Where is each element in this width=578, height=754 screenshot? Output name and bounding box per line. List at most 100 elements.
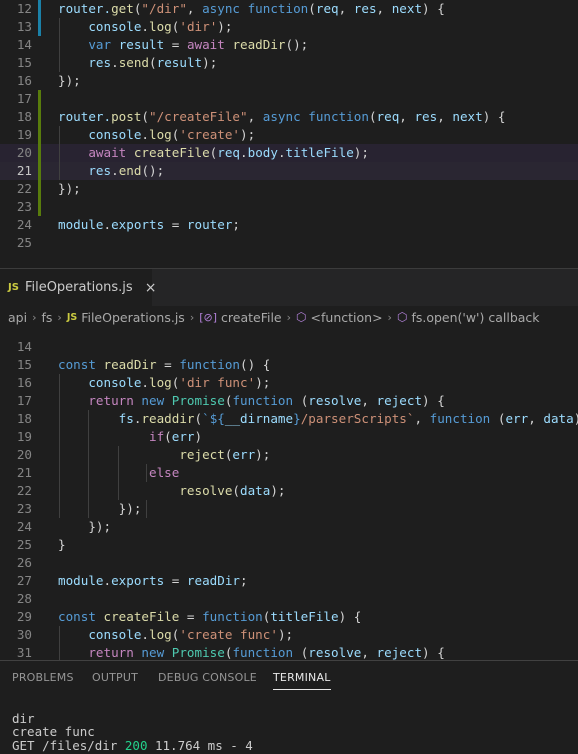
code-line[interactable]: 18 router.post("/createFile", async funct… [0, 108, 578, 126]
code-line[interactable]: 21 else [0, 464, 578, 482]
line-number: 31 [16, 645, 32, 660]
code-text: }); [88, 519, 112, 534]
indent-guide [88, 410, 89, 518]
line-number: 22 [16, 181, 32, 196]
chevron-right-icon: › [57, 310, 62, 324]
line-number: 23 [16, 199, 32, 214]
line-number: 20 [16, 145, 32, 160]
code-text: return new Promise(function (resolve, re… [88, 393, 445, 408]
line-number: 30 [16, 627, 32, 642]
breadcrumb: api › fs › JS FileOperations.js › [⊘] cr… [0, 306, 578, 328]
code-line[interactable]: 15 const readDir = function() { [0, 356, 578, 374]
indent-guide [59, 374, 60, 518]
chevron-right-icon: › [387, 310, 392, 324]
breadcrumb-item-api[interactable]: api [8, 310, 27, 325]
code-text: } [58, 537, 66, 552]
code-line[interactable]: 26 [0, 554, 578, 572]
terminal-line: GET /files/dir 200 11.764 ms - 4 [12, 738, 253, 753]
line-number: 12 [16, 1, 32, 16]
line-number: 24 [16, 519, 32, 534]
code-line[interactable]: 27 module.exports = readDir; [0, 572, 578, 590]
line-number: 29 [16, 609, 32, 624]
code-line[interactable]: 15 res.send(result); [0, 54, 578, 72]
breadcrumb-item-fs[interactable]: fs [41, 310, 52, 325]
chevron-right-icon: › [189, 310, 195, 324]
breadcrumb-item-createfile[interactable]: createFile [221, 310, 282, 325]
line-number: 13 [16, 19, 32, 34]
code-line[interactable]: 24 module.exports = router; [0, 216, 578, 234]
line-number: 21 [16, 465, 32, 480]
line-number: 20 [16, 447, 32, 462]
editor-bottom[interactable]: 14 15 const readDir = function() {16 conso… [0, 334, 578, 660]
line-number: 18 [16, 411, 32, 426]
breadcrumb-item-function[interactable]: <function> [311, 310, 383, 325]
close-icon[interactable]: × [145, 280, 157, 296]
code-text: }); [58, 73, 81, 88]
line-number: 15 [16, 55, 32, 70]
code-line[interactable]: 24 }); [0, 518, 578, 536]
code-line[interactable]: 25 [0, 234, 578, 252]
code-text: module.exports = readDir; [58, 573, 248, 588]
line-number: 18 [16, 109, 32, 124]
code-text: router.post("/createFile", async functio… [58, 109, 506, 124]
editor-tab-bar: JS FileOperations.js × [0, 268, 578, 306]
code-line[interactable]: 19 if(err) [0, 428, 578, 446]
line-number: 17 [16, 91, 32, 106]
editor-top[interactable]: 12 router.get("/dir", async function(req,… [0, 0, 578, 268]
code-line[interactable]: 14 [0, 338, 578, 356]
code-line[interactable]: 29 const createFile = function(titleFile)… [0, 608, 578, 626]
line-number: 21 [16, 163, 32, 178]
code-line[interactable]: 17 return new Promise(function (resolve,… [0, 392, 578, 410]
code-text: await createFile(req.body.titleFile); [88, 145, 369, 160]
panel-tab-bar: PROBLEMS OUTPUT DEBUG CONSOLE TERMINAL [0, 660, 578, 701]
code-line[interactable]: 20 reject(err); [0, 446, 578, 464]
tab-debug-console[interactable]: DEBUG CONSOLE [158, 671, 257, 684]
code-text: var result = await readDir(); [88, 37, 309, 52]
chevron-right-icon: › [32, 310, 37, 324]
code-line[interactable]: 19 console.log('create'); [0, 126, 578, 144]
terminal[interactable]: dir create func GET /files/dir 200 11.76… [0, 700, 578, 754]
line-number: 22 [16, 483, 32, 498]
code-line[interactable]: 25} [0, 536, 578, 554]
code-line[interactable]: 18 fs.readdir(`${__dirname}/parserScript… [0, 410, 578, 428]
code-text: console.log('dir'); [88, 19, 233, 34]
code-line[interactable]: 22 resolve(data); [0, 482, 578, 500]
request-timing: 11.764 ms - 4 [147, 738, 253, 753]
line-number: 23 [16, 501, 32, 516]
code-line[interactable]: 13 console.log('dir'); [0, 18, 578, 36]
line-number: 17 [16, 393, 32, 408]
tab-label: FileOperations.js [24, 280, 133, 295]
line-number: 14 [16, 37, 32, 52]
code-text: if(err) [149, 429, 203, 444]
code-line[interactable]: 23 [0, 198, 578, 216]
code-line[interactable]: 31 return new Promise(function (resolve,… [0, 644, 578, 660]
line-number: 16 [16, 73, 32, 88]
code-line[interactable]: 20 await createFile(req.body.titleFile); [0, 144, 578, 162]
line-number: 28 [16, 591, 32, 606]
code-line[interactable]: 14 var result = await readDir(); [0, 36, 578, 54]
code-line[interactable]: 12 router.get("/dir", async function(req,… [0, 0, 578, 18]
code-line[interactable]: 17 [0, 90, 578, 108]
breadcrumb-item-callback[interactable]: fs.open('w') callback [411, 310, 539, 325]
code-line[interactable]: 16 console.log('dir func'); [0, 374, 578, 392]
breadcrumb-item-file[interactable]: FileOperations.js [81, 310, 185, 325]
tab-problems[interactable]: PROBLEMS [12, 671, 74, 684]
code-line[interactable]: 30 console.log('create func'); [0, 626, 578, 644]
symbol-variable-icon: [⊘] [199, 310, 218, 324]
tab-terminal[interactable]: TERMINAL [273, 671, 331, 690]
code-text: }); [58, 181, 81, 196]
indent-guide [146, 464, 147, 482]
code-line[interactable]: 23 }); [0, 500, 578, 518]
symbol-method-icon: ⬡ [396, 310, 408, 324]
code-text: reject(err); [179, 447, 271, 462]
line-number: 19 [16, 127, 32, 142]
code-line[interactable]: 22}); [0, 180, 578, 198]
code-text: console.log('create func'); [88, 627, 294, 642]
code-line[interactable]: 16}); [0, 72, 578, 90]
tab-output[interactable]: OUTPUT [92, 671, 138, 684]
code-line[interactable]: 28 [0, 590, 578, 608]
tab-fileoperations[interactable]: JS FileOperations.js × [0, 269, 156, 306]
code-text: }); [118, 501, 142, 516]
code-text: console.log('create'); [88, 127, 256, 142]
code-line[interactable]: 21 res.end(); [0, 162, 578, 180]
